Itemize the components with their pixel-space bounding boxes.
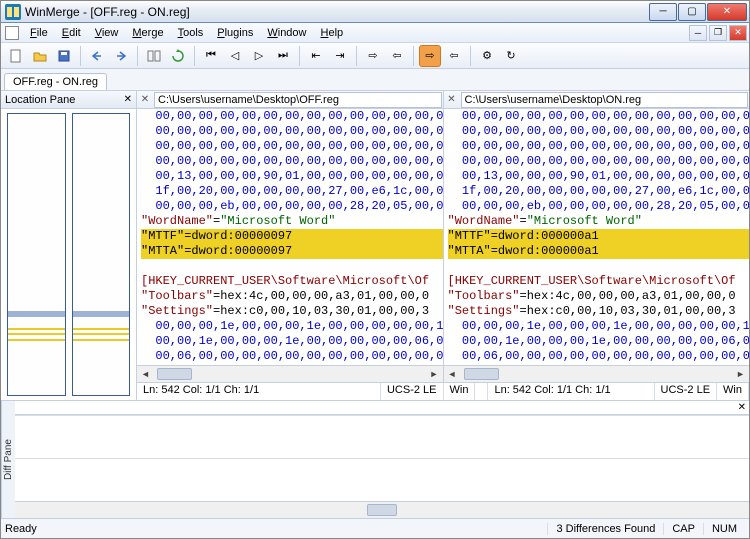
status-diff-count: 3 Differences Found [547, 523, 663, 535]
all-right-button[interactable]: ⇨ [419, 45, 441, 67]
editor-statusbar: Ln: 542 Col: 1/1 Ch: 1/1 UCS-2 LE Win Ln… [137, 382, 749, 400]
diff-pane-tab[interactable]: Diff Pane [1, 401, 15, 518]
menubar: FileEditViewMergeToolsPluginsWindowHelp … [1, 23, 749, 43]
diff-pane-hscrollbar[interactable] [15, 501, 749, 518]
right-path-input[interactable]: C:\Users\username\Desktop\ON.reg [461, 92, 749, 108]
menu-file[interactable]: File [23, 25, 55, 41]
app-icon [5, 4, 21, 20]
menu-window[interactable]: Window [260, 25, 313, 41]
app-statusbar: Ready 3 Differences Found CAP NUM [1, 518, 749, 538]
diff-pane-close-icon[interactable]: ✕ [738, 402, 746, 413]
window-close-button[interactable]: ✕ [707, 3, 747, 21]
copy-left-button[interactable]: ⇦ [386, 45, 408, 67]
redo-button[interactable] [110, 45, 132, 67]
location-pane-close-icon[interactable]: ✕ [124, 94, 132, 105]
document-tab[interactable]: OFF.reg - ON.reg [4, 73, 107, 90]
diff-pane-row-top[interactable] [15, 415, 749, 458]
new-button[interactable] [5, 45, 27, 67]
next-diff-button[interactable]: ▷ [248, 45, 270, 67]
status-num: NUM [703, 523, 745, 535]
left-os: Win [444, 383, 476, 400]
right-encoding: UCS-2 LE [655, 383, 718, 400]
refresh-button[interactable] [167, 45, 189, 67]
copy-right-button[interactable]: ⇨ [362, 45, 384, 67]
menu-merge[interactable]: Merge [125, 25, 170, 41]
left-hscrollbar[interactable]: ◄► [137, 365, 443, 382]
left-cursor-pos: Ln: 542 Col: 1/1 Ch: 1/1 [137, 383, 381, 400]
menu-view[interactable]: View [88, 25, 126, 41]
status-cap: CAP [663, 523, 703, 535]
document-icon [5, 26, 19, 40]
window-titlebar: WinMerge - [OFF.reg - ON.reg] ─ ▢ ✕ [1, 1, 749, 23]
diff-pane: ✕ [15, 401, 749, 518]
left-path-input[interactable]: C:\Users\username\Desktop\OFF.reg [154, 92, 442, 108]
toggle-button[interactable]: ↻ [500, 45, 522, 67]
right-hscrollbar[interactable]: ◄► [444, 365, 750, 382]
mdi-close-button[interactable]: ✕ [729, 25, 747, 41]
options-button[interactable]: ⚙ [476, 45, 498, 67]
location-pane: Location Pane ✕ [1, 91, 137, 400]
menu-edit[interactable]: Edit [55, 25, 88, 41]
right-path-close-icon[interactable]: ✕ [444, 94, 460, 105]
left-editor: ✕ C:\Users\username\Desktop\OFF.reg 00,0… [137, 91, 444, 382]
mdi-minimize-button[interactable]: ─ [689, 25, 707, 41]
window-minimize-button[interactable]: ─ [649, 3, 677, 21]
diff-pane-row-bottom[interactable] [15, 458, 749, 501]
window-title: WinMerge - [OFF.reg - ON.reg] [25, 5, 649, 19]
location-strip-left[interactable] [7, 113, 66, 396]
save-button[interactable] [53, 45, 75, 67]
mdi-restore-button[interactable]: ❐ [709, 25, 727, 41]
open-button[interactable] [29, 45, 51, 67]
location-strip-right[interactable] [72, 113, 131, 396]
right-editor: ✕ C:\Users\username\Desktop\ON.reg 00,00… [444, 91, 750, 382]
next-conflict-button[interactable]: ⇥ [329, 45, 351, 67]
diff-tool-button[interactable] [143, 45, 165, 67]
prev-conflict-button[interactable]: ⇤ [305, 45, 327, 67]
toolbar: ⏮ ◁ ▷ ⏭ ⇤ ⇥ ⇨ ⇦ ⇨ ⇦ ⚙ ↻ [1, 43, 749, 69]
right-os: Win [717, 383, 749, 400]
undo-button[interactable] [86, 45, 108, 67]
window-maximize-button[interactable]: ▢ [678, 3, 706, 21]
last-diff-button[interactable]: ⏭ [272, 45, 294, 67]
status-ready: Ready [5, 523, 37, 535]
menu-help[interactable]: Help [314, 25, 351, 41]
left-encoding: UCS-2 LE [381, 383, 444, 400]
first-diff-button[interactable]: ⏮ [200, 45, 222, 67]
menu-plugins[interactable]: Plugins [210, 25, 260, 41]
left-code-area[interactable]: 00,00,00,00,00,00,00,00,00,00,00,00,00,0… [137, 109, 443, 365]
prev-diff-button[interactable]: ◁ [224, 45, 246, 67]
document-tabbar: OFF.reg - ON.reg [1, 69, 749, 91]
all-left-button[interactable]: ⇦ [443, 45, 465, 67]
right-cursor-pos: Ln: 542 Col: 1/1 Ch: 1/1 [488, 383, 654, 400]
location-pane-title: Location Pane [5, 94, 75, 106]
right-code-area[interactable]: 00,00,00,00,00,00,00,00,00,00,00,00,00,0… [444, 109, 750, 365]
left-path-close-icon[interactable]: ✕ [137, 94, 153, 105]
menu-tools[interactable]: Tools [171, 25, 211, 41]
